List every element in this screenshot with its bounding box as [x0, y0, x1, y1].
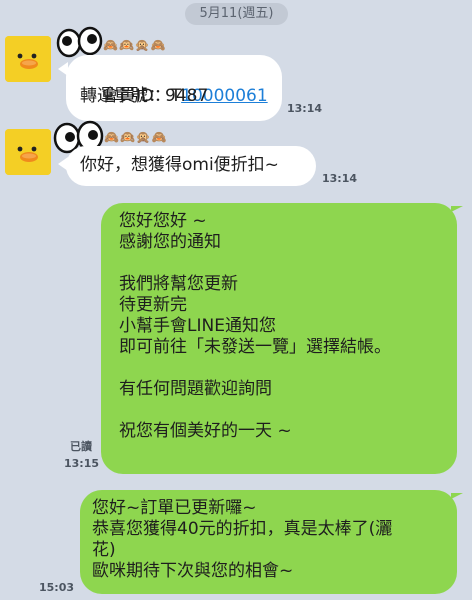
message-line: 花) [92, 540, 116, 560]
message-line: 歐咪期待下次與您的相會~ [92, 561, 294, 581]
message-line: 小幫手會LINE通知您 [119, 316, 276, 336]
message-timestamp: 13:14 [322, 172, 358, 185]
message-line: 恭喜您獲得40元的折扣，真是太棒了(灑 [92, 519, 393, 539]
message-line: 您好~訂單已更新囉~ [92, 498, 257, 518]
googly-eyes-icon [56, 26, 103, 58]
message-timestamp: 15:03 [39, 581, 75, 594]
sender-avatar[interactable] [5, 129, 51, 175]
message-line: 感謝您的通知 [119, 232, 221, 252]
message-timestamp: 13:15 [64, 457, 100, 470]
message-line: 待更新完 [119, 295, 187, 315]
message-line: 我們將幫您更新 [119, 274, 238, 294]
message-line [119, 358, 439, 379]
message-line: 您好您好 ~ [119, 211, 207, 231]
bubble-tail [451, 206, 463, 212]
message-line: 有任何問題歡迎詢問 [119, 379, 272, 399]
date-separator: 5月11(週五) [185, 3, 288, 25]
sender-avatar[interactable] [5, 36, 51, 82]
message-line [119, 400, 439, 421]
chick-avatar-icon [5, 129, 51, 175]
bubble-tail [451, 493, 463, 499]
chick-avatar-icon [5, 36, 51, 82]
message-bubble-reply[interactable]: 您好您好 ~ 感謝您的通知 我們將幫您更新 待更新完 小幫手會LINE通知您 即… [101, 203, 457, 474]
message-bubble-discount-request[interactable]: 你好，想獲得omi便折扣~ [66, 146, 316, 186]
message-line: 祝您有個美好的一天 ~ [119, 421, 292, 441]
monkey-emoji-row: 🙈🙉🙊🙈 [103, 38, 167, 52]
message-line: 即可前往「未發送一覽」選擇結帳。 [119, 337, 391, 357]
message-timestamp: 13:14 [287, 102, 323, 115]
read-receipt: 已讀 [70, 440, 92, 453]
message-line [119, 253, 439, 274]
message-bubble-order-updated[interactable]: 您好~訂單已更新囉~ 恭喜您獲得40元的折扣，真是太棒了(灑 花) 歐咪期待下次… [80, 490, 457, 594]
message-bubble-member-info[interactable]: 會員ID：T10000061 轉運單號：9487 [66, 55, 282, 121]
monkey-emoji-row: 🙈🙉🙊🙈 [104, 130, 168, 144]
message-text: 你好，想獲得omi便折扣~ [80, 155, 279, 175]
